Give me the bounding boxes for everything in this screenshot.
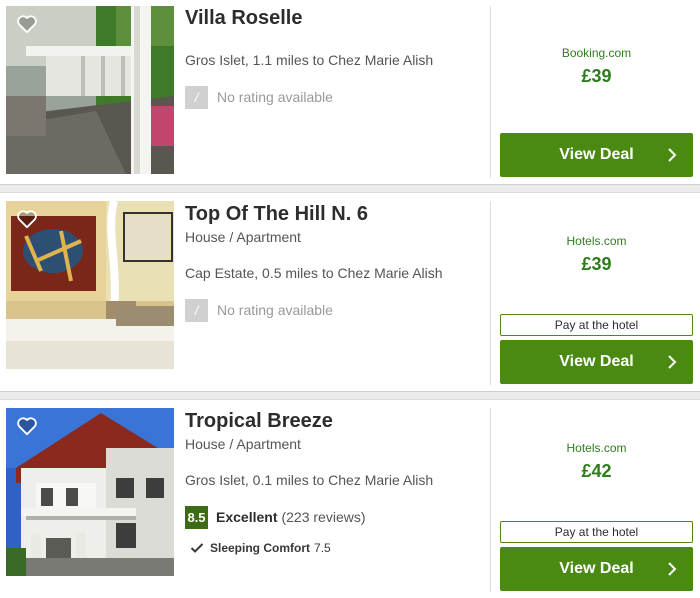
heart-outline-icon[interactable]: [16, 416, 38, 436]
view-deal-label: View Deal: [559, 353, 634, 370]
divider: [490, 408, 491, 592]
hotel-name[interactable]: Tropical Breeze: [185, 410, 333, 433]
divider: [490, 6, 491, 178]
sub-rating-value: 7.5: [314, 541, 331, 555]
score-badge: 8.5: [185, 505, 208, 529]
hotel-photo[interactable]: [6, 6, 174, 174]
rating-text: No rating available: [217, 89, 333, 105]
no-rating-icon: /: [185, 298, 208, 322]
view-deal-button[interactable]: View Deal: [500, 340, 693, 384]
sub-rating: Sleeping Comfort 7.5: [190, 541, 331, 555]
rating-row: / No rating available: [185, 298, 333, 322]
chevron-right-icon: [668, 355, 677, 369]
provider-name[interactable]: Booking.com: [500, 46, 693, 60]
hotel-name[interactable]: Top Of The Hill N. 6: [185, 203, 368, 226]
card-separator: [0, 391, 700, 400]
chevron-right-icon: [668, 148, 677, 162]
pay-at-hotel-badge: Pay at the hotel: [500, 314, 693, 336]
view-deal-button[interactable]: View Deal: [500, 547, 693, 591]
view-deal-label: View Deal: [559, 560, 634, 577]
property-type: House / Apartment: [185, 229, 301, 245]
price[interactable]: £39: [500, 254, 693, 275]
price[interactable]: £39: [500, 66, 693, 87]
sub-rating-label: Sleeping Comfort: [210, 541, 311, 555]
hotel-location: Gros Islet, 0.1 miles to Chez Marie Alis…: [185, 472, 434, 488]
pay-at-hotel-badge: Pay at the hotel: [500, 521, 693, 543]
score-word: Excellent: [216, 509, 278, 525]
view-deal-button[interactable]: View Deal: [500, 133, 693, 177]
hotel-card: Villa Roselle Gros Islet, 1.1 miles to C…: [0, 0, 700, 184]
hotel-location: Gros Islet, 1.1 miles to Chez Marie Alis…: [185, 52, 434, 68]
hotel-location: Cap Estate, 0.5 miles to Chez Marie Alis…: [185, 265, 443, 281]
divider: [490, 201, 491, 385]
card-separator: [0, 184, 700, 193]
rating-row: 8.5 Excellent (223 reviews): [185, 505, 366, 529]
provider-name[interactable]: Hotels.com: [500, 234, 693, 248]
hotel-photo[interactable]: [6, 201, 174, 369]
rating-row: / No rating available: [185, 85, 333, 109]
heart-outline-icon[interactable]: [16, 209, 38, 229]
property-type: House / Apartment: [185, 436, 301, 452]
heart-outline-icon[interactable]: [16, 14, 38, 34]
provider-name[interactable]: Hotels.com: [500, 441, 693, 455]
checkmark-icon: [190, 543, 204, 553]
hotel-name[interactable]: Villa Roselle: [185, 7, 302, 30]
rating-text: No rating available: [217, 302, 333, 318]
no-rating-icon: /: [185, 85, 208, 109]
chevron-right-icon: [668, 562, 677, 576]
hotel-card: Top Of The Hill N. 6 House / Apartment C…: [0, 193, 700, 391]
view-deal-label: View Deal: [559, 146, 634, 163]
hotel-card: Tropical Breeze House / Apartment Gros I…: [0, 400, 700, 598]
price[interactable]: £42: [500, 461, 693, 482]
review-count[interactable]: (223 reviews): [281, 509, 365, 525]
hotel-photo[interactable]: [6, 408, 174, 576]
